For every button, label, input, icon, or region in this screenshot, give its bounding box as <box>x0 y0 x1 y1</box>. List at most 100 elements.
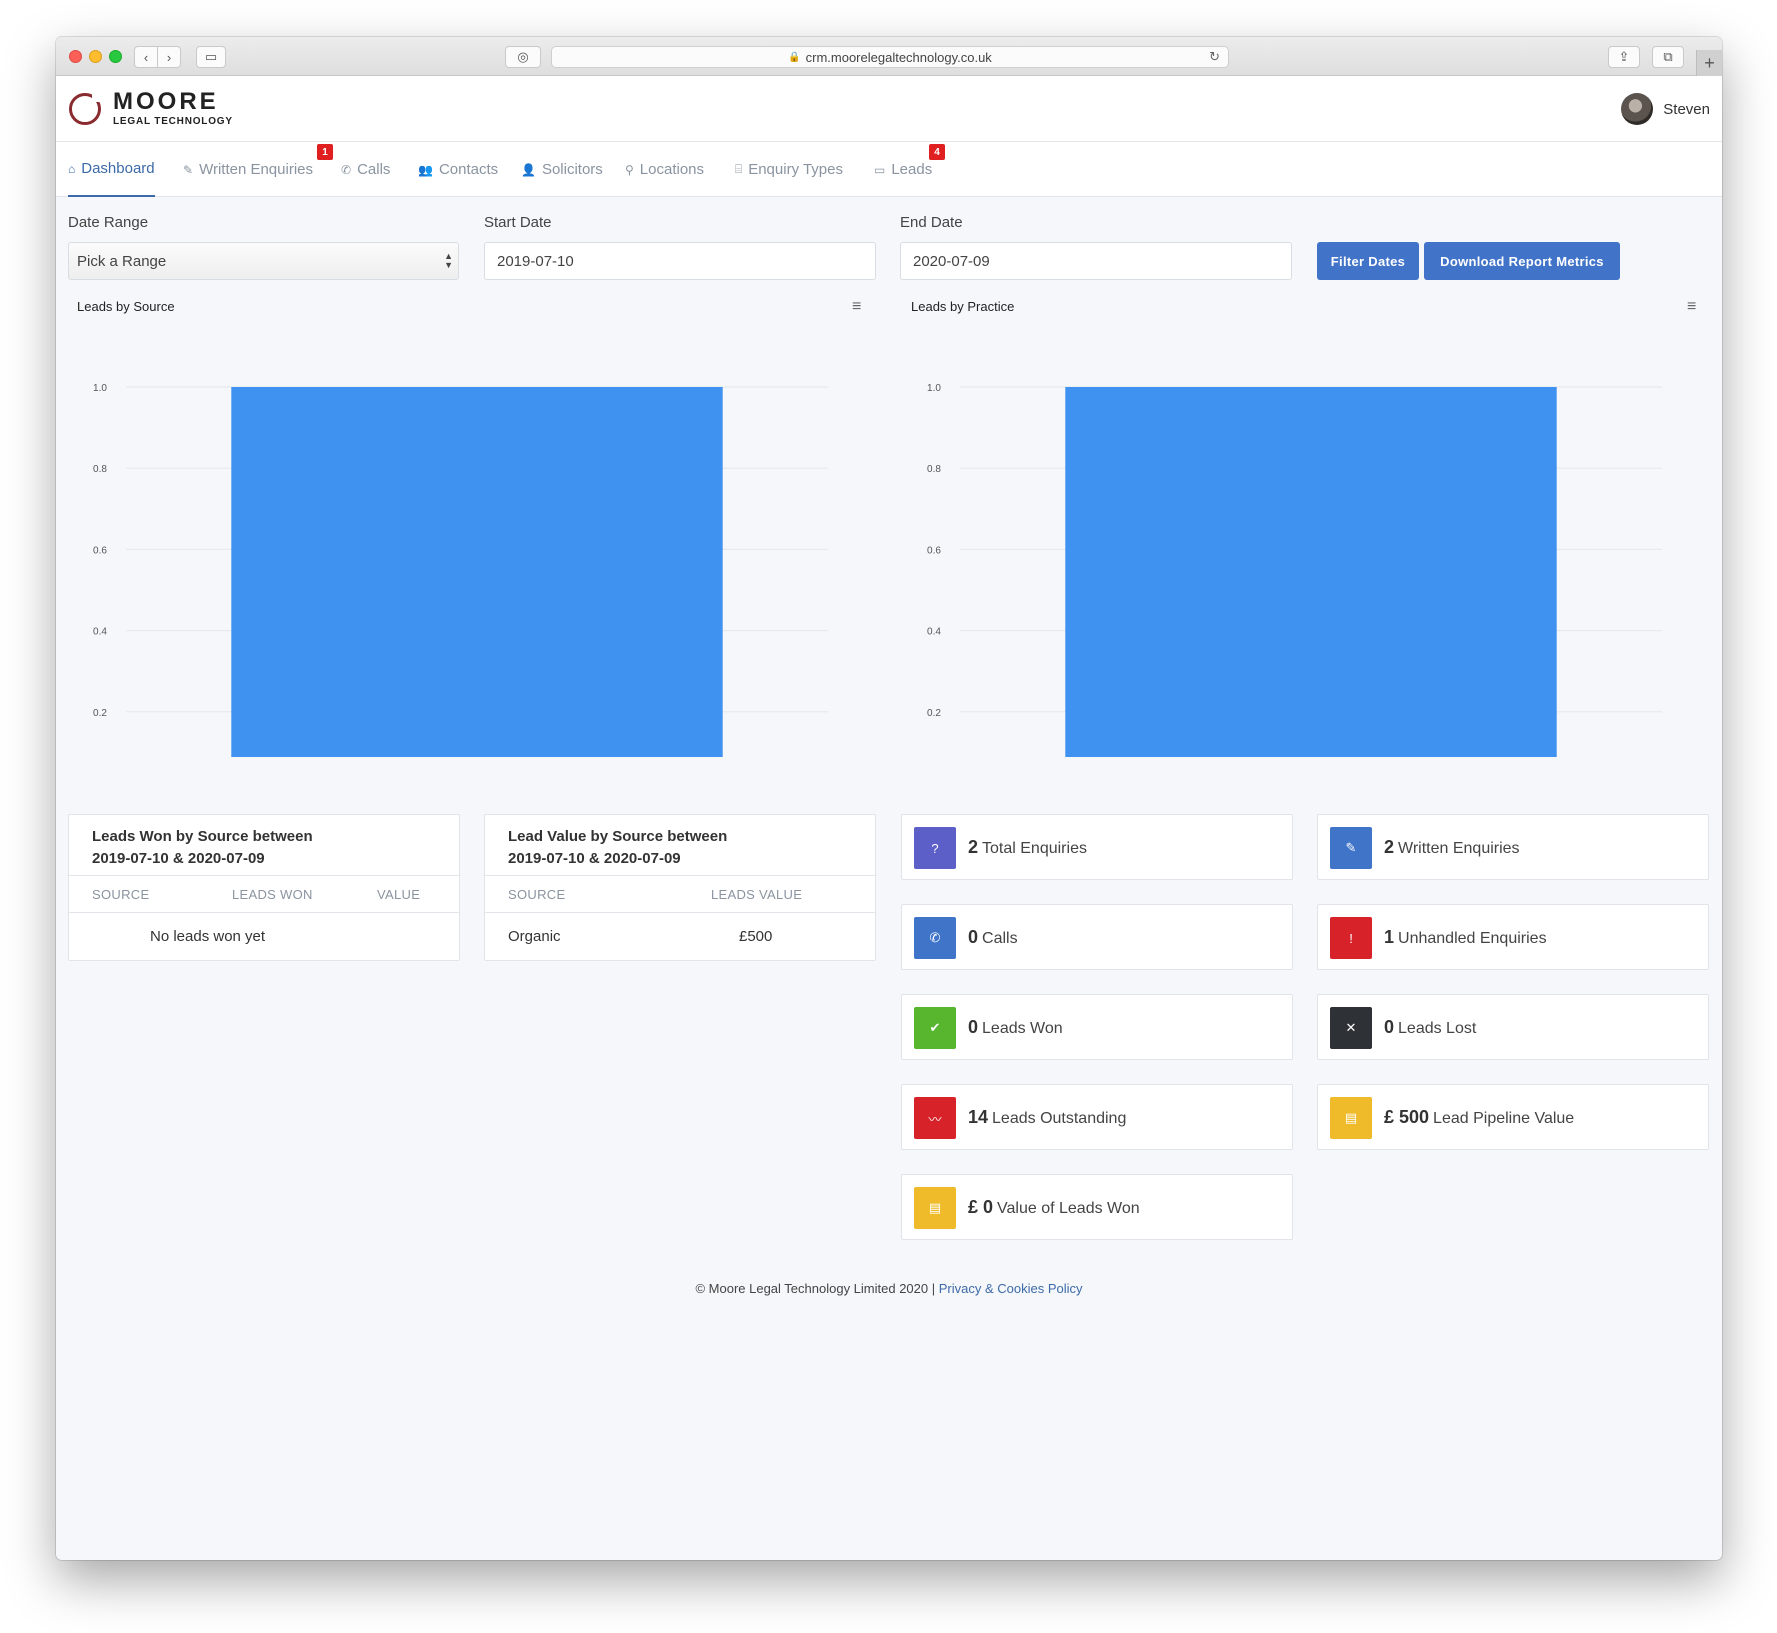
column-header: Leads Won <box>232 887 313 902</box>
browser-titlebar: ‹ › ▭ ◎ 🔒 crm.moorelegaltechnology.co.uk… <box>56 37 1722 76</box>
brand-name: MOORE <box>113 88 219 115</box>
close-window-button[interactable] <box>69 50 82 63</box>
stat-leads-outstanding[interactable]: 〰 14 Leads Outstanding <box>901 1084 1293 1150</box>
stat-calls[interactable]: ✆ 0 Calls <box>901 904 1293 970</box>
stat-number: 0 <box>1384 1017 1395 1037</box>
card-title-line: Lead Value by Source between <box>508 828 728 845</box>
map-pin-icon: ⚲ <box>625 162 634 177</box>
tabs-overview-button[interactable]: ⧉ <box>1652 46 1684 68</box>
card-title-line: 2019-07-10 & 2020-07-09 <box>508 850 681 867</box>
logo-ring-icon <box>69 91 102 125</box>
forward-button[interactable]: › <box>157 46 181 68</box>
stat-label: Total Enquiries <box>982 840 1087 857</box>
y-tick-label: 0.8 <box>927 464 941 475</box>
sidebar-toggle-button[interactable]: ▭ <box>196 46 226 68</box>
alert-icon: ! <box>1330 917 1372 959</box>
end-date-input[interactable]: 2020-07-09 <box>900 242 1292 280</box>
date-range-select[interactable]: Pick a Range ▲ ▼ <box>68 242 459 280</box>
main-nav: ⌂ Dashboard ✎ Written Enquiries 1 ✆ Call… <box>56 142 1722 197</box>
url-text: crm.moorelegaltechnology.co.uk <box>805 49 992 65</box>
nav-label: Written Enquiries <box>199 161 313 178</box>
nav-label: Leads <box>891 161 933 178</box>
stat-label: Leads Lost <box>1398 1020 1477 1037</box>
y-tick-label: 1.0 <box>93 383 107 394</box>
nav-locations[interactable]: ⚲ Locations <box>625 142 704 197</box>
brand-tagline: LEGAL TECHNOLOGY <box>113 116 233 127</box>
nav-label: Enquiry Types <box>748 161 843 178</box>
zoom-window-button[interactable] <box>109 50 122 63</box>
nav-contacts[interactable]: 👥 Contacts <box>418 142 498 197</box>
nav-label: Contacts <box>438 161 499 178</box>
y-tick-label: 0.6 <box>93 545 107 556</box>
nav-calls[interactable]: ✆ Calls <box>341 142 390 197</box>
share-button[interactable]: ⇪ <box>1608 46 1640 68</box>
stat-label: Value of Leads Won <box>997 1200 1140 1217</box>
table-header: Source Leads Won Value <box>69 875 459 913</box>
privacy-report-button[interactable]: ◎ <box>505 46 541 68</box>
lock-icon: 🔒 <box>788 51 801 63</box>
chart-menu-icon[interactable]: ≡ <box>852 299 868 315</box>
chart-title: Leads by Practice <box>911 299 1015 314</box>
reload-icon[interactable]: ↻ <box>1209 49 1220 65</box>
leads-badge: 4 <box>929 144 945 160</box>
chevron-right-icon: › <box>166 49 172 65</box>
y-tick-label: 1.0 <box>927 383 941 394</box>
filter-dates-button[interactable]: Filter Dates <box>1317 242 1419 280</box>
stat-value-of-leads-won[interactable]: ▤ £ 0 Value of Leads Won <box>901 1174 1293 1240</box>
stat-label: Leads Won <box>982 1020 1063 1037</box>
table-cell: Organic <box>508 928 561 945</box>
bar <box>231 387 723 757</box>
nav-label: Calls <box>357 161 391 178</box>
nav-dashboard[interactable]: ⌂ Dashboard <box>68 142 155 197</box>
minimize-window-button[interactable] <box>89 50 102 63</box>
end-date-value: 2020-07-09 <box>913 252 990 270</box>
nav-leads[interactable]: ▭ Leads <box>874 142 932 197</box>
column-header: Source <box>92 887 150 902</box>
stat-total-enquiries[interactable]: ? 2 Total Enquiries <box>901 814 1293 880</box>
tabs-icon: ⧉ <box>1663 49 1673 64</box>
nav-written-enquiries[interactable]: ✎ Written Enquiries <box>183 142 313 197</box>
address-bar[interactable]: 🔒 crm.moorelegaltechnology.co.uk ↻ <box>551 46 1229 68</box>
start-date-label: Start Date <box>484 214 552 231</box>
leads-by-practice-chart: 0.00.20.40.60.81.0Family Law <box>927 383 1662 757</box>
money-icon: ▤ <box>1330 1097 1372 1139</box>
privacy-icon: ◎ <box>517 49 529 64</box>
stat-unhandled-enquiries[interactable]: ! 1 Unhandled Enquiries <box>1317 904 1709 970</box>
nav-label: Locations <box>639 161 705 178</box>
stat-written-enquiries[interactable]: ✎ 2 Written Enquiries <box>1317 814 1709 880</box>
card-title-line: 2019-07-10 & 2020-07-09 <box>92 850 265 867</box>
back-button[interactable]: ‹ <box>134 46 158 68</box>
chart-title: Leads by Source <box>77 299 175 314</box>
privacy-policy-link[interactable]: Privacy & Cookies Policy <box>939 1281 1083 1296</box>
start-date-value: 2019-07-10 <box>497 252 574 270</box>
stat-label: Calls <box>982 930 1018 947</box>
home-icon: ⌂ <box>68 161 76 176</box>
check-icon: ✔ <box>914 1007 956 1049</box>
phone-icon: ✆ <box>341 162 352 177</box>
nav-enquiry-types[interactable]: ⌸ Enquiry Types <box>735 142 843 197</box>
column-header: Value <box>377 887 421 902</box>
stat-leads-lost[interactable]: ✕ 0 Leads Lost <box>1317 994 1709 1060</box>
trend-icon: 〰 <box>914 1097 956 1139</box>
download-report-button[interactable]: Download Report Metrics <box>1424 242 1620 280</box>
brand-logo[interactable]: MOORE LEGAL TECHNOLOGY <box>69 90 233 127</box>
stat-leads-won[interactable]: ✔ 0 Leads Won <box>901 994 1293 1060</box>
stat-number: £ 500 <box>1384 1107 1430 1127</box>
question-icon: ? <box>914 827 956 869</box>
written-enquiries-badge: 1 <box>317 144 333 160</box>
stat-number: 1 <box>1384 927 1395 947</box>
stat-label: Written Enquiries <box>1398 840 1520 857</box>
browser-window: ‹ › ▭ ◎ 🔒 crm.moorelegaltechnology.co.uk… <box>56 37 1722 1560</box>
stat-lead-pipeline-value[interactable]: ▤ £ 500 Lead Pipeline Value <box>1317 1084 1709 1150</box>
empty-table-message: No leads won yet <box>150 928 266 945</box>
chart-menu-icon[interactable]: ≡ <box>1687 299 1703 315</box>
user-menu[interactable]: Steven <box>1621 93 1710 125</box>
stat-label: Leads Outstanding <box>992 1110 1127 1127</box>
app-header: MOORE LEGAL TECHNOLOGY Steven <box>56 76 1722 142</box>
start-date-input[interactable]: 2019-07-10 <box>484 242 876 280</box>
lead-value-card: Lead Value by Source between 2019-07-10 … <box>484 814 876 961</box>
user-name: Steven <box>1663 100 1710 118</box>
people-icon: 👥 <box>418 162 433 177</box>
new-tab-button[interactable]: + <box>1696 50 1722 76</box>
nav-solicitors[interactable]: 👤 Solicitors <box>521 142 603 197</box>
